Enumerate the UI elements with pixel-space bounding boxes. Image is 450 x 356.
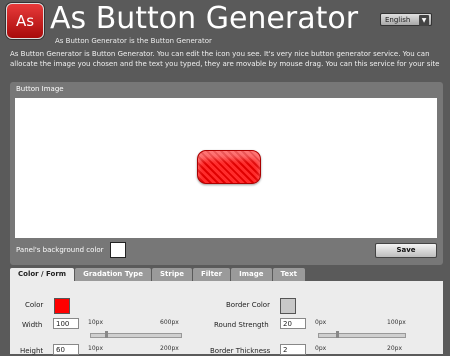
tab-stripe[interactable]: Stripe — [152, 268, 192, 281]
app-description: As Button Generator is Button Generator.… — [10, 50, 440, 68]
panel-title: Button Image — [16, 85, 64, 93]
round-strength-slider-thumb[interactable] — [336, 331, 339, 338]
width-slider[interactable] — [90, 331, 182, 338]
app-logo: As — [6, 3, 44, 39]
generated-button-preview[interactable] — [197, 150, 261, 184]
tab-color-form[interactable]: Color / Form — [10, 268, 75, 281]
preview-canvas[interactable] — [15, 98, 437, 238]
border-max-label: 20px — [387, 345, 402, 352]
language-select[interactable]: English ▼ — [380, 13, 432, 26]
width-max-label: 600px — [160, 319, 179, 326]
round-max-label: 100px — [387, 319, 406, 326]
bg-color-swatch[interactable] — [110, 242, 126, 258]
tab-bar: Color / Form Gradation Type Stripe Filte… — [10, 268, 306, 281]
color-label: Color — [25, 301, 44, 309]
border-color-swatch[interactable] — [280, 298, 296, 314]
language-label: English — [385, 16, 411, 24]
round-strength-slider[interactable] — [318, 331, 406, 338]
round-min-label: 0px — [315, 319, 327, 326]
button-image-panel: Button Image Panel's background color Sa… — [10, 82, 443, 265]
width-input[interactable]: 100 — [53, 318, 79, 329]
tab-filter[interactable]: Filter — [193, 268, 231, 281]
border-thickness-input[interactable]: 2 — [280, 344, 306, 355]
app-title: As Button Generator — [50, 1, 359, 36]
round-strength-input[interactable]: 20 — [280, 318, 306, 329]
height-max-label: 200px — [160, 345, 179, 352]
height-input[interactable]: 60 — [53, 344, 79, 355]
color-form-panel: Color Border Color Width 100 10px 600px … — [10, 281, 443, 355]
dropdown-arrow-icon: ▼ — [419, 15, 429, 26]
height-min-label: 10px — [88, 345, 103, 352]
bg-color-label: Panel's background color — [16, 246, 104, 254]
app-subtitle: As Button Generator is the Button Genera… — [55, 37, 212, 45]
save-button[interactable]: Save — [375, 243, 437, 258]
width-label: Width — [22, 321, 43, 329]
round-strength-label: Round Strength — [214, 321, 269, 329]
border-min-label: 0px — [315, 345, 327, 352]
color-swatch[interactable] — [54, 298, 70, 314]
tab-text[interactable]: Text — [272, 268, 305, 281]
width-min-label: 10px — [88, 319, 103, 326]
border-color-label: Border Color — [226, 301, 270, 309]
width-slider-thumb[interactable] — [105, 331, 108, 338]
tab-image[interactable]: Image — [231, 268, 272, 281]
tab-gradation-type[interactable]: Gradation Type — [75, 268, 151, 281]
